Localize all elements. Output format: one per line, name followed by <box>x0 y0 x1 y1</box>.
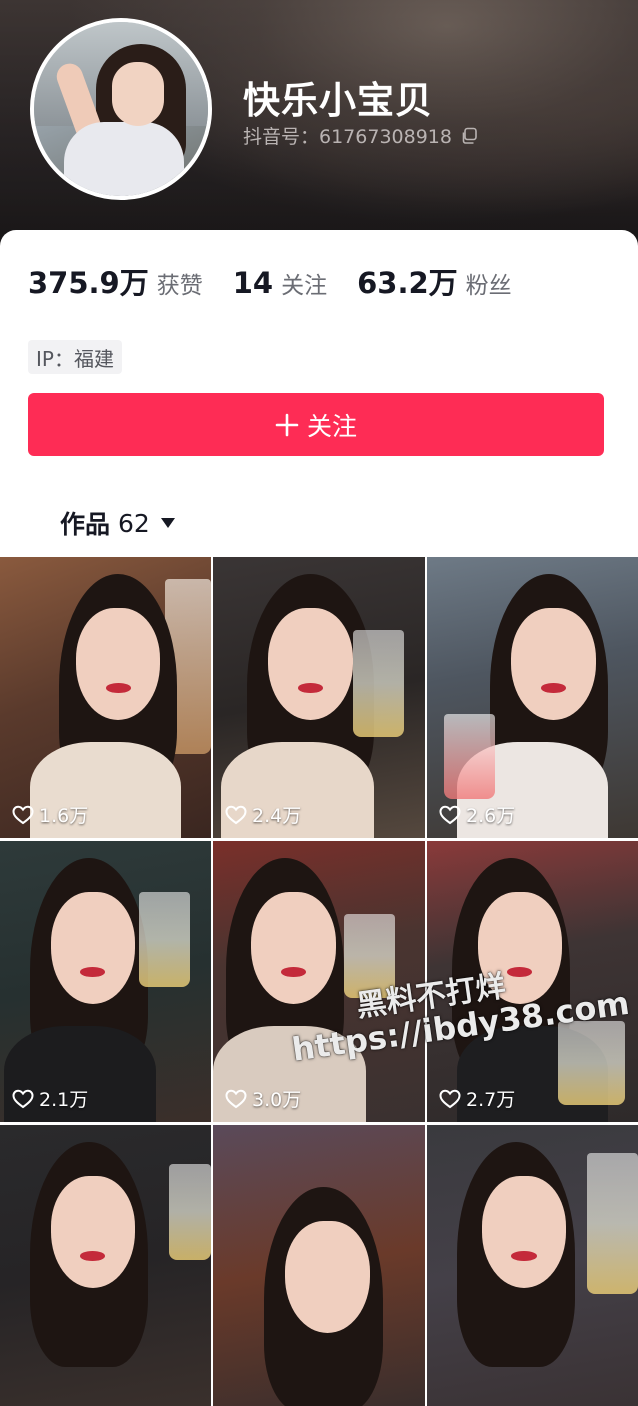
like-count-text: 2.4万 <box>252 805 302 827</box>
stat-label: 关注 <box>281 273 328 299</box>
profile-card: 375.9万 获赞 14 关注 63.2万 粉丝 IP：福建 关注 作品 62 <box>0 230 638 560</box>
like-count: 2.4万 <box>225 801 301 828</box>
heart-icon <box>225 1089 247 1108</box>
video-tile[interactable]: 2.7万 <box>427 841 638 1122</box>
heart-icon <box>225 805 247 824</box>
stat-value: 14 <box>232 266 274 300</box>
heart-icon <box>439 1089 461 1108</box>
like-count: 3.0万 <box>225 1085 301 1112</box>
avatar[interactable] <box>30 18 212 200</box>
like-count-text: 2.7万 <box>466 1089 516 1111</box>
follow-button-label: 关注 <box>306 411 357 441</box>
like-count-text: 1.6万 <box>39 805 89 827</box>
stats-row: 375.9万 获赞 14 关注 63.2万 粉丝 <box>28 260 542 302</box>
video-tile[interactable] <box>0 1125 211 1406</box>
video-tile[interactable] <box>213 1125 425 1406</box>
works-tab-label: 作品 <box>60 510 111 539</box>
like-count-text: 3.0万 <box>252 1089 302 1111</box>
video-tile[interactable] <box>427 1125 638 1406</box>
video-tile[interactable]: 2.4万 <box>213 557 425 838</box>
like-count: 2.6万 <box>439 801 515 828</box>
video-tile[interactable]: 1.6万 <box>0 557 211 838</box>
stat-value: 375.9万 <box>28 266 149 300</box>
video-tile[interactable]: 2.1万 <box>0 841 211 1122</box>
profile-name: 快乐小宝贝 <box>243 79 433 122</box>
heart-icon <box>439 805 461 824</box>
stat-likes[interactable]: 375.9万 获赞 <box>28 260 203 302</box>
stat-label: 获赞 <box>156 273 203 299</box>
stat-label: 粉丝 <box>465 273 512 299</box>
like-count-text: 2.1万 <box>39 1089 89 1111</box>
copy-icon[interactable] <box>460 127 478 145</box>
ip-location-tag: IP：福建 <box>28 340 122 374</box>
profile-header: 快乐小宝贝 抖音号：61767308918 <box>0 0 638 260</box>
caret-down-icon <box>160 518 175 528</box>
plus-icon <box>275 413 299 436</box>
follow-button[interactable]: 关注 <box>28 393 604 456</box>
stat-following[interactable]: 14 关注 <box>233 266 327 300</box>
stat-value: 63.2万 <box>357 266 458 300</box>
video-tile[interactable]: 3.0万 <box>213 841 425 1122</box>
tab-works[interactable]: 作品 62 <box>60 505 176 541</box>
like-count: 2.1万 <box>12 1085 88 1112</box>
video-grid: 1.6万 2.4万 2.6万 2.1万 3.0万 2.7万 <box>0 557 638 1406</box>
stat-followers[interactable]: 63.2万 粉丝 <box>357 260 512 302</box>
heart-icon <box>12 1089 34 1108</box>
like-count: 2.7万 <box>439 1085 515 1112</box>
douyin-id: 抖音号：61767308918 <box>243 126 452 148</box>
heart-icon <box>12 805 34 824</box>
like-count: 1.6万 <box>12 801 88 828</box>
douyin-id-row[interactable]: 抖音号：61767308918 <box>243 122 478 149</box>
like-count-text: 2.6万 <box>466 805 516 827</box>
video-tile[interactable]: 2.6万 <box>427 557 638 838</box>
works-tab-count: 62 <box>118 508 150 538</box>
